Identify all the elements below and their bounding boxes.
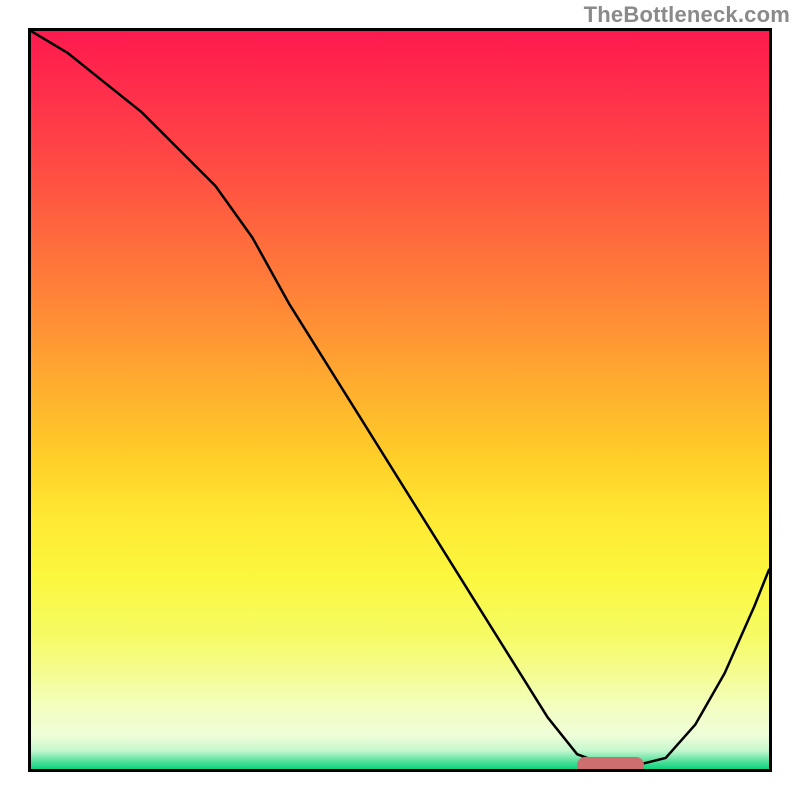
chart-line: [31, 31, 769, 769]
optimal-range-marker: [577, 757, 643, 772]
chart-plot-area: [28, 28, 772, 772]
watermark-text: TheBottleneck.com: [584, 2, 790, 28]
